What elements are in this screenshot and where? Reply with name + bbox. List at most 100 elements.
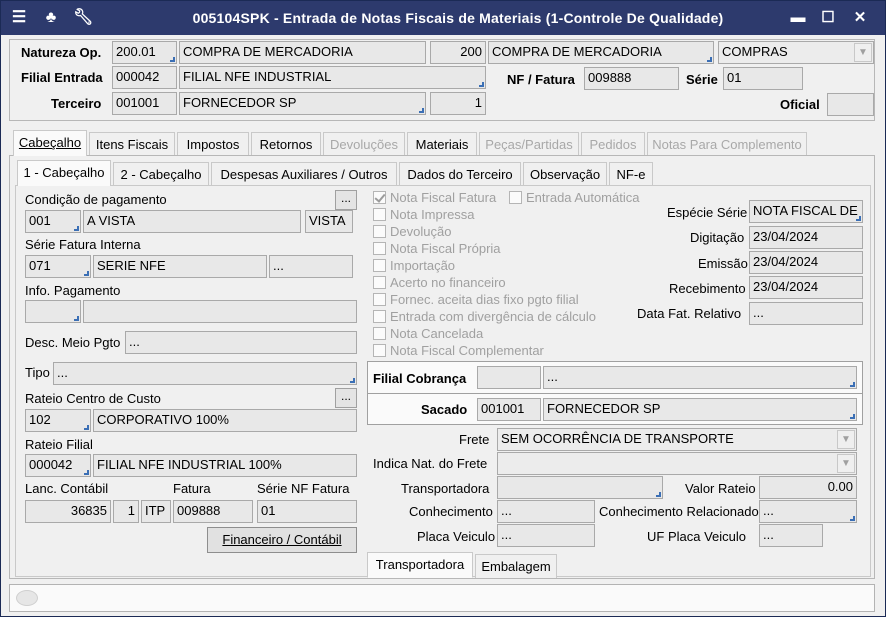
rateio-filial-desc-field: FILIAL NFE INDUSTRIAL 100% bbox=[93, 454, 357, 477]
uf-placa-veiculo-field[interactable]: ... bbox=[759, 524, 823, 547]
flag-checkbox[interactable]: Nota Fiscal Fatura bbox=[373, 190, 496, 205]
transportadora-field[interactable] bbox=[497, 476, 663, 499]
checkbox-box[interactable] bbox=[373, 327, 386, 340]
nf-fatura-field[interactable]: 009888 bbox=[584, 67, 679, 90]
flag-label: Nota Cancelada bbox=[390, 326, 484, 341]
tab-2-cabecalho[interactable]: 2 - Cabeçalho bbox=[113, 162, 209, 186]
checkbox-box[interactable] bbox=[373, 276, 386, 289]
oficial-label: Oficial bbox=[780, 97, 820, 112]
serie-fatura-extra-field[interactable]: ... bbox=[269, 255, 353, 278]
minimize-icon[interactable]: ▬ bbox=[787, 8, 809, 28]
financeiro-contabil-button[interactable]: Financeiro / Contábil bbox=[207, 527, 357, 553]
data-fat-relativo-field[interactable]: ... bbox=[749, 302, 863, 325]
entrada-automatica-checkbox[interactable]: Entrada Automática bbox=[509, 190, 639, 205]
filial-entrada-label: Filial Entrada bbox=[21, 70, 103, 85]
flag-checkbox[interactable]: Nota Fiscal Complementar bbox=[373, 343, 544, 358]
checkbox-box[interactable] bbox=[509, 191, 522, 204]
flag-label: Devolução bbox=[390, 224, 452, 239]
tab-despesas[interactable]: Despesas Auxiliares / Outros bbox=[211, 162, 397, 186]
oficial-field[interactable] bbox=[827, 93, 874, 116]
chevron-down-icon[interactable]: ▼ bbox=[837, 430, 855, 449]
placa-veiculo-field[interactable]: ... bbox=[497, 524, 595, 547]
tab-retornos[interactable]: Retornos bbox=[251, 132, 321, 156]
filial-cobranca-desc-field[interactable]: ... bbox=[543, 366, 857, 389]
indica-nat-frete-label: Indica Nat. do Frete bbox=[373, 456, 488, 471]
tab-embalagem[interactable]: Embalagem bbox=[475, 554, 557, 578]
flag-checkbox[interactable]: Devolução bbox=[373, 224, 451, 239]
serie-fatura-desc-field: SERIE NFE bbox=[93, 255, 267, 278]
valor-rateio-field[interactable]: 0.00 bbox=[759, 476, 857, 499]
sacado-code-field[interactable]: 001001 bbox=[477, 398, 541, 421]
checkbox-box[interactable] bbox=[373, 191, 386, 204]
emissao-field[interactable]: 23/04/2024 bbox=[749, 251, 863, 274]
checkbox-box[interactable] bbox=[373, 208, 386, 221]
tab-dados-terceiro[interactable]: Dados do Terceiro bbox=[399, 162, 521, 186]
checkbox-box[interactable] bbox=[373, 225, 386, 238]
tab-transportadora[interactable]: Transportadora bbox=[367, 552, 473, 578]
tab-materiais[interactable]: Materiais bbox=[407, 132, 477, 156]
natureza-code-field[interactable]: 200.01 bbox=[112, 41, 177, 64]
checkbox-box[interactable] bbox=[373, 310, 386, 323]
nf-fatura-label: NF / Fatura bbox=[507, 72, 575, 87]
indica-nat-frete-select[interactable]: ▼ bbox=[497, 452, 857, 475]
checkbox-box[interactable] bbox=[373, 344, 386, 357]
checkbox-box[interactable] bbox=[373, 293, 386, 306]
serie-fatura-code-field[interactable]: 071 bbox=[25, 255, 91, 278]
especie-serie-field[interactable]: NOTA FISCAL DE S bbox=[749, 200, 863, 223]
flag-checkbox[interactable]: Fornec. aceita dias fixo pgto filial bbox=[373, 292, 579, 307]
checkbox-box[interactable] bbox=[373, 242, 386, 255]
tipo-field[interactable]: ... bbox=[53, 362, 357, 385]
cond-pagamento-more-button[interactable]: ... bbox=[335, 190, 357, 210]
conhecimento-relacionado-field[interactable]: ... bbox=[759, 500, 857, 523]
filial-cobranca-label: Filial Cobrança bbox=[373, 371, 467, 386]
tab-nfe[interactable]: NF-e bbox=[609, 162, 653, 186]
recebimento-field[interactable]: 23/04/2024 bbox=[749, 276, 863, 299]
conhecimento-field[interactable]: ... bbox=[497, 500, 595, 523]
terceiro-seq-field[interactable]: 1 bbox=[430, 92, 486, 115]
natureza-label: Natureza Op. bbox=[21, 45, 102, 60]
filial-cobranca-code-field[interactable] bbox=[477, 366, 541, 389]
natureza-code2-field: 200 bbox=[430, 41, 486, 64]
info-pagamento-code-field[interactable] bbox=[25, 300, 81, 323]
flag-checkbox[interactable]: Acerto no financeiro bbox=[373, 275, 506, 290]
tab-1-cabecalho[interactable]: 1 - Cabeçalho bbox=[17, 160, 111, 186]
serie-fatura-label: Série Fatura Interna bbox=[25, 237, 141, 252]
tab-itens-fiscais[interactable]: Itens Fiscais bbox=[89, 132, 175, 156]
flag-checkbox[interactable]: Importação bbox=[373, 258, 455, 273]
cond-tipo-field: VISTA bbox=[305, 210, 353, 233]
tab-pedidos[interactable]: Pedidos bbox=[581, 132, 645, 156]
tab-observacao[interactable]: Observação bbox=[523, 162, 607, 186]
title-bar: ☰ ♣ 🔧︎ 005104SPK - Entrada de Notas Fisc… bbox=[1, 1, 885, 35]
uf-placa-veiculo-label: UF Placa Veiculo bbox=[647, 529, 746, 544]
conhecimento-relacionado-label: Conhecimento Relacionado bbox=[599, 504, 759, 519]
tab-cabecalho[interactable]: Cabeçalho bbox=[13, 130, 87, 156]
rateio-filial-code-field[interactable]: 000042 bbox=[25, 454, 91, 477]
maximize-icon[interactable]: ☐ bbox=[817, 8, 839, 28]
sacado-label: Sacado bbox=[421, 402, 468, 417]
chevron-down-icon[interactable]: ▼ bbox=[837, 454, 855, 473]
flag-checkbox[interactable]: Nota Fiscal Própria bbox=[373, 241, 501, 256]
rateio-cc-more-button[interactable]: ... bbox=[335, 388, 357, 408]
serie-nf-fatura-field: 01 bbox=[257, 500, 357, 523]
natureza-tipo-select[interactable]: COMPRAS ▼ bbox=[718, 41, 874, 64]
chevron-down-icon[interactable]: ▼ bbox=[854, 43, 872, 62]
tab-devolucoes[interactable]: Devoluções bbox=[323, 132, 405, 156]
cond-code-field[interactable]: 001 bbox=[25, 210, 81, 233]
tab-impostos[interactable]: Impostos bbox=[177, 132, 249, 156]
lanc-contabil-label: Lanc. Contábil bbox=[25, 481, 109, 496]
terceiro-code-field[interactable]: 001001 bbox=[112, 92, 177, 115]
flag-checkbox[interactable]: Nota Cancelada bbox=[373, 326, 483, 341]
checkbox-box[interactable] bbox=[373, 259, 386, 272]
filial-code-field[interactable]: 000042 bbox=[112, 66, 177, 89]
flag-checkbox[interactable]: Nota Impressa bbox=[373, 207, 475, 222]
frete-select[interactable]: SEM OCORRÊNCIA DE TRANSPORTE ▼ bbox=[497, 428, 857, 451]
info-pagamento-label: Info. Pagamento bbox=[25, 283, 121, 298]
rateio-cc-code-field[interactable]: 102 bbox=[25, 409, 91, 432]
tab-notas-complemento[interactable]: Notas Para Complemento bbox=[647, 132, 807, 156]
serie-field[interactable]: 01 bbox=[723, 67, 803, 90]
desc-meio-pgto-field[interactable]: ... bbox=[125, 331, 357, 354]
tipo-label: Tipo bbox=[25, 365, 50, 380]
tab-pecas-partidas[interactable]: Peças/Partidas bbox=[479, 132, 579, 156]
flag-checkbox[interactable]: Entrada com divergência de cálculo bbox=[373, 309, 596, 324]
close-icon[interactable]: ✕ bbox=[849, 8, 871, 28]
